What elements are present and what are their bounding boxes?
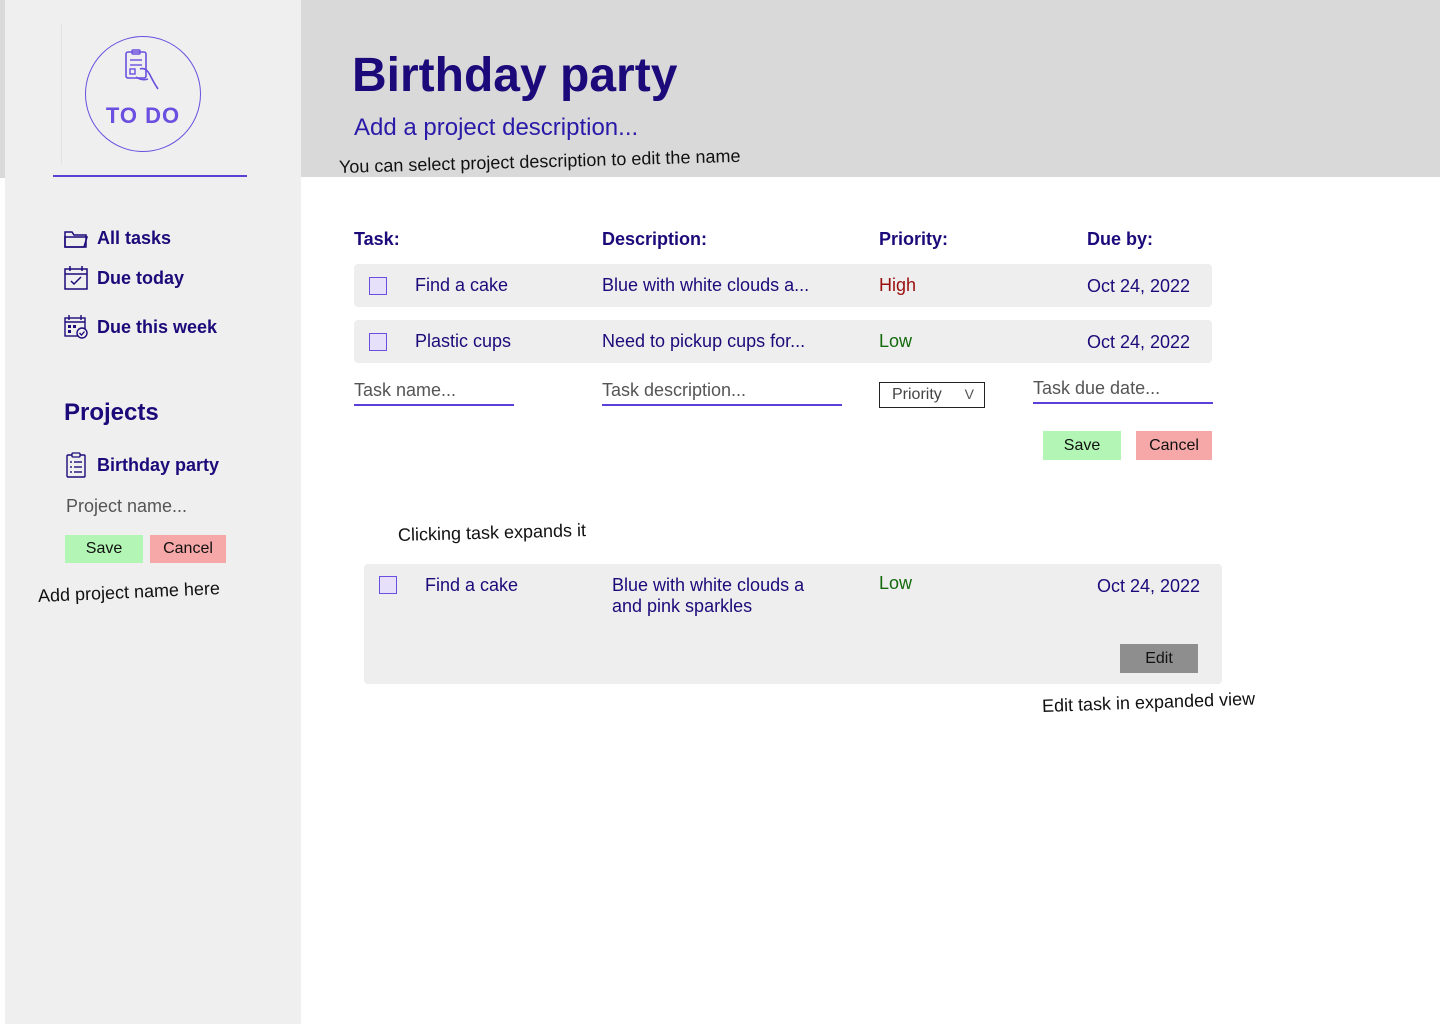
priority-select[interactable]: Priority V (879, 382, 985, 408)
column-header-due: Due by: (1087, 229, 1154, 249)
column-header-priority: Priority: (879, 229, 949, 249)
page-title[interactable]: Birthday party (352, 48, 677, 103)
task-due-date-input[interactable] (1033, 374, 1213, 404)
hand-holding-clipboard-icon (125, 49, 159, 90)
task-description-input[interactable] (602, 376, 842, 406)
app-logo[interactable]: TO DO (85, 36, 201, 152)
sidebar-divider (53, 175, 247, 177)
logo-text: TO DO (105, 103, 181, 128)
project-cancel-button[interactable]: Cancel (150, 535, 226, 563)
calendar-week-icon (63, 314, 89, 340)
task-checkbox[interactable] (369, 277, 387, 295)
annotation-expand-hint: Clicking task expands it (397, 520, 587, 545)
task-cancel-button[interactable]: Cancel (1136, 431, 1212, 460)
task-priority: Low (879, 573, 913, 593)
task-save-button[interactable]: Save (1043, 431, 1121, 460)
task-row[interactable]: Find a cake Blue with white clouds a... … (354, 264, 1212, 307)
nav-due-this-week-label: Due this week (97, 316, 218, 337)
task-name: Find a cake (415, 275, 509, 295)
task-due-date: Oct 24, 2022 (1087, 276, 1191, 296)
clipboard-list-icon (63, 452, 89, 478)
chevron-down-icon: V (964, 386, 974, 402)
calendar-check-icon (63, 265, 89, 291)
edit-task-button[interactable]: Edit (1120, 644, 1198, 673)
task-name: Find a cake (425, 575, 519, 595)
folder-icon (63, 225, 89, 251)
expanded-task[interactable]: Find a cake Blue with white clouds a and… (364, 564, 1222, 684)
nav-all-tasks-label: All tasks (97, 227, 172, 248)
sidebar: TO DO All tasks Due today Due this week … (5, 0, 301, 1024)
project-item-birthday-party[interactable]: Birthday party (63, 452, 219, 478)
projects-heading: Projects (64, 399, 159, 426)
priority-select-label: Priority (892, 386, 942, 403)
task-description: Need to pickup cups for... (602, 331, 806, 351)
project-description[interactable]: Add a project description... (354, 114, 638, 142)
task-checkbox[interactable] (369, 333, 387, 351)
project-item-label: Birthday party (97, 454, 220, 475)
column-header-task: Task: (354, 229, 400, 249)
project-save-button[interactable]: Save (65, 535, 143, 563)
task-due-date: Oct 24, 2022 (1097, 576, 1201, 596)
nav-due-this-week[interactable]: Due this week (63, 314, 217, 340)
annotation-edit-hint: Edit task in expanded view (1041, 688, 1256, 716)
task-checkbox[interactable] (379, 576, 397, 594)
project-header: Birthday party Add a project description… (301, 0, 1440, 177)
nav-all-tasks[interactable]: All tasks (63, 225, 171, 251)
column-header-description: Description: (602, 229, 708, 249)
task-priority: Low (879, 331, 913, 351)
logo-divider (61, 24, 62, 164)
task-row[interactable]: Plastic cups Need to pickup cups for... … (354, 320, 1212, 363)
nav-due-today[interactable]: Due today (63, 265, 184, 291)
task-description-line: Blue with white clouds a (612, 575, 805, 595)
nav-due-today-label: Due today (97, 267, 185, 288)
task-description: Blue with white clouds a... (602, 275, 810, 295)
task-priority: High (879, 275, 917, 295)
project-name-input[interactable] (66, 496, 246, 517)
task-name-input[interactable] (354, 376, 514, 406)
task-name: Plastic cups (415, 331, 512, 351)
task-description-line: and pink sparkles (612, 596, 753, 616)
task-due-date: Oct 24, 2022 (1087, 332, 1191, 352)
